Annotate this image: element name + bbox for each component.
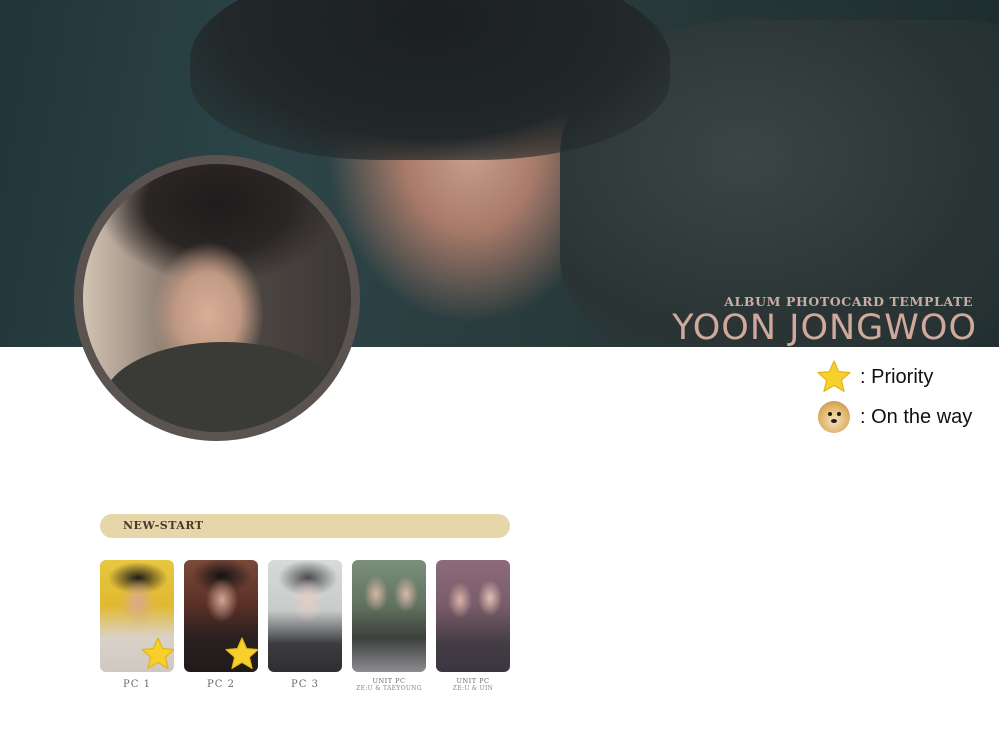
section-header-bar: NEW-START	[100, 514, 510, 538]
photocard-image	[184, 560, 258, 672]
star-icon	[225, 637, 258, 669]
banner-subtitle: ALBUM PHOTOCARD TEMPLATE	[724, 294, 973, 309]
photocard[interactable]: PC 2	[184, 560, 258, 690]
photocard-label: UNIT PC	[456, 677, 490, 685]
photocard-image	[436, 560, 510, 672]
photocard-image	[100, 560, 174, 672]
banner-title: YOON JONGWOO	[672, 308, 977, 347]
avatar-hoodie	[103, 342, 343, 432]
photocard[interactable]: UNIT PC ZE:U & TAEYOUNG	[352, 560, 426, 692]
legend-item-on-the-way: : On the way	[816, 397, 972, 437]
photocard-label: UNIT PC	[372, 677, 406, 685]
photocard-label: PC 1	[123, 679, 151, 690]
doge-icon	[816, 399, 852, 435]
photocard-sublabel: ZE:U & TAEYOUNG	[356, 685, 422, 692]
photocard-label: PC 3	[291, 679, 319, 690]
legend-label: : Priority	[860, 365, 934, 388]
star-icon	[816, 359, 852, 395]
photocard[interactable]: UNIT PC ZE:U & UIN	[436, 560, 510, 692]
legend: : Priority : On the way	[816, 357, 972, 437]
photocard-image	[268, 560, 342, 672]
star-icon	[141, 637, 174, 669]
photocard-image	[352, 560, 426, 672]
legend-label: : On the way	[860, 405, 973, 428]
banner-photo-hair	[190, 0, 670, 160]
photocard-label: PC 2	[207, 679, 235, 690]
profile-avatar	[74, 155, 360, 441]
photocard[interactable]: PC 1	[100, 560, 174, 690]
photocard-list: PC 1 PC 2 PC 3 UNIT PC ZE:U & TAEYOUNG U…	[100, 560, 520, 700]
photocard-sublabel: ZE:U & UIN	[452, 685, 494, 692]
section-title: NEW-START	[123, 519, 204, 532]
photocard[interactable]: PC 3	[268, 560, 342, 690]
legend-item-priority: : Priority	[816, 357, 972, 397]
